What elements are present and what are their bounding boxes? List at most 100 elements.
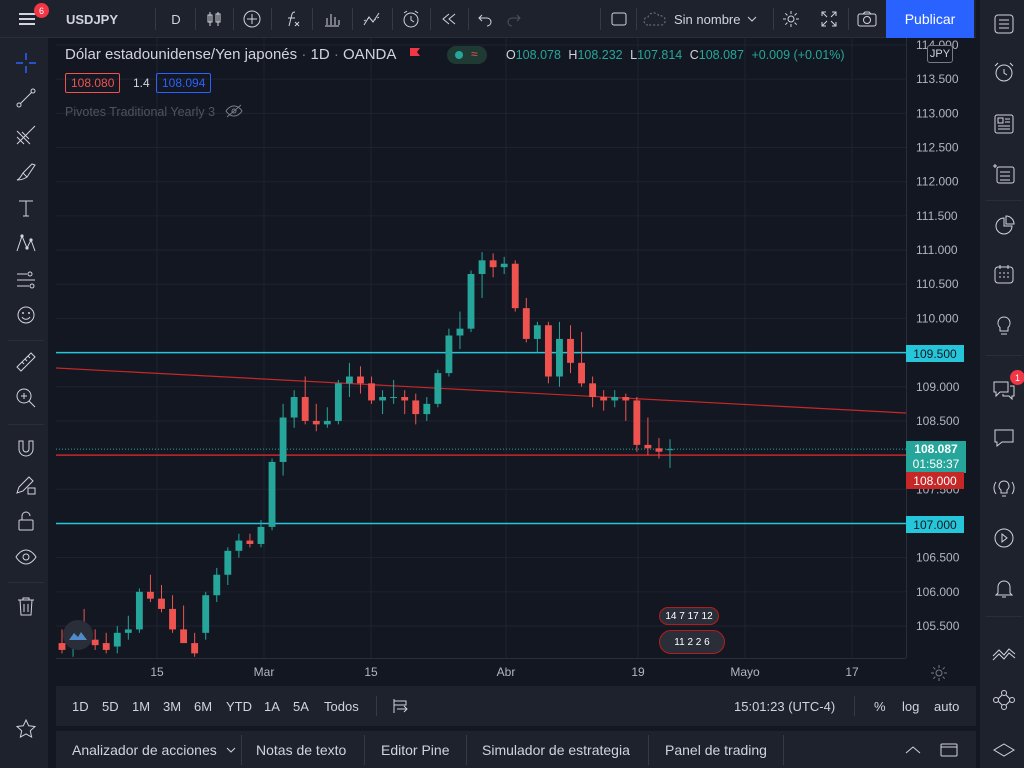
calendar-button[interactable] xyxy=(990,260,1018,288)
redo-button[interactable] xyxy=(500,0,528,38)
date-range-button[interactable] xyxy=(390,686,410,726)
snapshot-button[interactable] xyxy=(852,0,882,38)
hotlists-button[interactable] xyxy=(990,638,1018,666)
text-icon xyxy=(19,200,33,217)
period-1d[interactable]: 1D xyxy=(72,686,89,726)
icon-tool[interactable] xyxy=(13,302,39,328)
fullscreen-toggle[interactable] xyxy=(605,0,633,38)
menu-button[interactable]: 6 xyxy=(8,0,49,38)
chart-type-button[interactable] xyxy=(198,0,230,38)
tab-text-notes[interactable]: Notas de texto xyxy=(256,731,346,768)
interval-button[interactable]: D xyxy=(160,0,192,38)
remove-drawings-tool[interactable] xyxy=(13,593,39,619)
tab-pine-editor[interactable]: Editor Pine xyxy=(381,731,449,768)
trendline-tool[interactable] xyxy=(13,85,39,111)
period-todos[interactable]: Todos xyxy=(324,686,359,726)
level-tag-107000: 107.000 xyxy=(906,516,964,533)
news-button[interactable] xyxy=(990,110,1018,138)
pattern-tool[interactable] xyxy=(13,230,39,256)
period-5d[interactable]: 5D xyxy=(102,686,119,726)
watchlist-button[interactable] xyxy=(990,10,1018,38)
high-value: 108.232 xyxy=(577,48,623,62)
log-scale-toggle[interactable]: log xyxy=(902,686,919,726)
symbol-search[interactable]: USDJPY xyxy=(60,0,160,38)
notifications-button[interactable] xyxy=(990,574,1018,602)
toolbar-divider xyxy=(8,582,44,583)
functions-button[interactable] xyxy=(274,0,310,38)
measure-tool[interactable] xyxy=(13,349,39,375)
tab-stock-screener[interactable]: Analizador de acciones xyxy=(72,731,237,768)
data-window-button[interactable] xyxy=(990,212,1018,240)
economic-events-row[interactable]: 14 7 17 12 xyxy=(659,607,719,625)
gear-icon xyxy=(931,665,947,681)
alert-button[interactable] xyxy=(395,0,427,38)
tradingview-logo[interactable] xyxy=(63,620,93,650)
undo-button[interactable] xyxy=(471,0,499,38)
symbol-description: Dólar estadounidense/Yen japonés xyxy=(65,46,298,63)
wave-icon: ≈ xyxy=(471,47,478,61)
axis-settings-button[interactable] xyxy=(929,663,949,683)
compare-icon xyxy=(363,12,380,26)
expand-button[interactable] xyxy=(814,0,844,38)
prediction-tool[interactable] xyxy=(13,267,39,293)
time-axis[interactable] xyxy=(56,658,906,686)
flag-icon[interactable] xyxy=(408,46,422,64)
indicator-legend[interactable]: Pivotes Traditional Yearly 3 xyxy=(65,104,243,121)
chats-button[interactable]: 1 xyxy=(990,370,1024,404)
economic-events-row[interactable]: 11 2 2 6 xyxy=(659,630,725,654)
layers-button[interactable] xyxy=(990,738,1018,766)
sell-price-button[interactable]: 108.080 xyxy=(65,73,121,93)
maximize-panel-button[interactable] xyxy=(940,731,958,768)
period-3m[interactable]: 3M xyxy=(163,686,181,726)
lock-drawing-tool[interactable] xyxy=(13,472,39,498)
indicators-button[interactable] xyxy=(236,0,268,38)
lock-all-tool[interactable] xyxy=(13,508,39,534)
period-ytd[interactable]: YTD xyxy=(226,686,252,726)
tab-trading-panel[interactable]: Panel de trading xyxy=(665,731,767,768)
buy-price-button[interactable]: 108.094 xyxy=(156,73,212,93)
period-6m[interactable]: 6M xyxy=(194,686,212,726)
streams-button[interactable] xyxy=(990,474,1018,502)
layout-menu[interactable]: Sin nombre xyxy=(642,0,772,38)
percent-scale-toggle[interactable]: % xyxy=(874,686,886,726)
publish-button[interactable]: Publicar xyxy=(886,0,974,38)
alerts-button[interactable] xyxy=(990,58,1018,86)
text-tool[interactable] xyxy=(13,195,39,221)
function-icon xyxy=(288,11,300,27)
currency-label[interactable]: JPY xyxy=(927,45,953,63)
market-status-toggle[interactable]: ≈ xyxy=(447,46,487,64)
replay-button[interactable] xyxy=(433,0,465,38)
chart-legend-title[interactable]: Dólar estadounidense/Yen japonés · 1D · … xyxy=(65,46,422,64)
collapse-panel-button[interactable] xyxy=(904,731,922,768)
toolbar-divider xyxy=(986,200,1022,201)
layout-name: Sin nombre xyxy=(674,11,741,27)
live-button[interactable] xyxy=(990,524,1018,552)
brush-tool[interactable] xyxy=(13,159,39,185)
public-chat-button[interactable] xyxy=(990,424,1018,452)
calendar-list-button[interactable] xyxy=(990,160,1018,188)
screener-button[interactable] xyxy=(990,686,1018,714)
add-circle-icon xyxy=(243,10,261,28)
fib-tool[interactable] xyxy=(13,122,39,148)
settings-button[interactable] xyxy=(776,0,806,38)
hide-drawings-tool[interactable] xyxy=(13,544,39,570)
timezone-clock[interactable]: 15:01:23 (UTC-4) xyxy=(734,686,835,726)
chats-notification-badge: 1 xyxy=(1010,370,1024,385)
zoom-tool[interactable] xyxy=(13,385,39,411)
tab-divider xyxy=(466,735,467,765)
eye-off-icon[interactable] xyxy=(224,104,243,121)
period-1a[interactable]: 1A xyxy=(264,686,280,726)
tab-strategy-tester[interactable]: Simulador de estrategia xyxy=(482,731,630,768)
compare-button[interactable] xyxy=(355,0,389,38)
toolbar-divider xyxy=(430,8,431,30)
ideas-button[interactable] xyxy=(990,312,1018,340)
current-price-tag: 108.087 01:58:37 xyxy=(906,441,966,473)
financials-button[interactable] xyxy=(315,0,349,38)
favorites-tool[interactable] xyxy=(13,716,39,742)
magnet-tool[interactable] xyxy=(13,436,39,462)
period-1m[interactable]: 1M xyxy=(132,686,150,726)
chart-pane[interactable] xyxy=(56,38,906,658)
crosshair-tool[interactable] xyxy=(13,50,39,76)
auto-scale-toggle[interactable]: auto xyxy=(934,686,959,726)
period-5a[interactable]: 5A xyxy=(293,686,309,726)
